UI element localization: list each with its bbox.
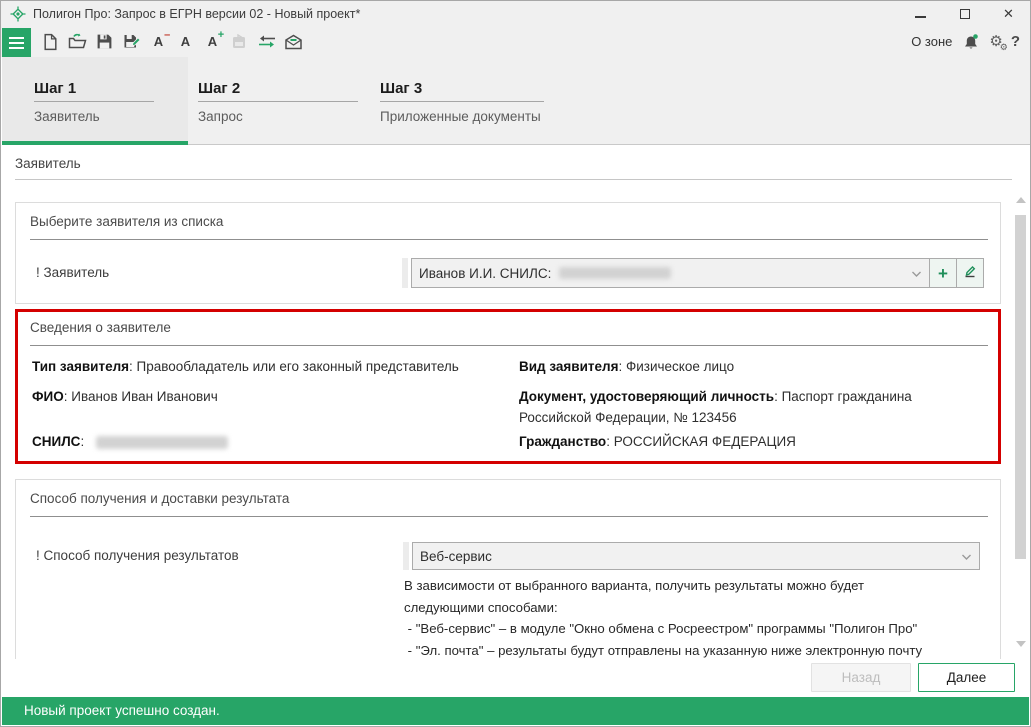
plus-icon: + <box>938 265 948 282</box>
exchange-arrows-icon[interactable] <box>256 31 277 52</box>
group-title: Сведения о заявителе <box>30 320 171 335</box>
required-indicator <box>402 258 408 288</box>
field-citizenship: Гражданство: РОССИЙСКАЯ ФЕДЕРАЦИЯ <box>519 431 796 452</box>
save-icon[interactable] <box>94 31 115 52</box>
tab-step-3-documents[interactable]: Шаг 3 Приложенные документы <box>370 57 610 145</box>
letter-a-icon[interactable]: A <box>175 31 196 52</box>
toolbar-icons: A– A A+ <box>40 27 304 56</box>
next-button[interactable]: Далее <box>918 663 1015 692</box>
field-applicant-kind: Вид заявителя: Физическое лицо <box>519 356 734 377</box>
zone-link[interactable]: О зоне <box>911 34 952 49</box>
delivery-combo-cluster: Веб-сервис <box>403 542 980 570</box>
toolbar: A– A A+ О зоне ⚙⚙ <box>1 27 1030 57</box>
applicant-field-label: ! Заявитель <box>36 265 109 280</box>
step-tabs: Шаг 1 Заявитель Шаг 2 Запрос Шаг 3 Прило… <box>2 57 1031 145</box>
applicant-combo-cluster: Иванов И.И. СНИЛС: + <box>402 258 984 288</box>
page-title: Заявитель <box>15 156 81 171</box>
close-button[interactable]: ✕ <box>1002 7 1015 21</box>
field-snils: СНИЛС: <box>32 431 228 452</box>
scroll-down-icon[interactable] <box>1016 641 1026 647</box>
edit-applicant-button[interactable] <box>957 258 984 288</box>
group-delivery-method: Способ получения и доставки результата !… <box>15 479 1001 659</box>
scrollbar-thumb[interactable] <box>1015 215 1026 559</box>
field-identity-document: Документ, удостоверяющий личность: Паспо… <box>519 386 987 428</box>
maximize-icon <box>960 9 970 19</box>
field-applicant-type: Тип заявителя: Правообладатель или его з… <box>32 356 459 377</box>
vertical-scrollbar[interactable] <box>1012 145 1029 659</box>
export-xml-icon-disabled <box>229 31 250 52</box>
save-edit-icon[interactable] <box>121 31 142 52</box>
add-applicant-button[interactable]: + <box>930 258 957 288</box>
group-applicant-info: Сведения о заявителе Тип заявителя: Прав… <box>15 309 1001 464</box>
required-indicator <box>403 542 409 570</box>
status-bar: Новый проект успешно создан. <box>2 697 1029 725</box>
app-logo-icon <box>10 6 26 22</box>
help-button[interactable]: ? <box>1011 33 1020 50</box>
open-folder-icon[interactable] <box>67 31 88 52</box>
letter-a-plus-icon[interactable]: A+ <box>202 31 223 52</box>
chevron-down-icon <box>961 549 972 564</box>
back-button: Назад <box>811 663 911 692</box>
letter-a-minus-icon[interactable]: A– <box>148 31 169 52</box>
chevron-down-icon <box>911 266 922 281</box>
group-select-applicant: Выберите заявителя из списка ! Заявитель… <box>15 202 1001 304</box>
window-controls: ✕ <box>914 1 1015 27</box>
settings-gear-icon[interactable]: ⚙⚙ <box>989 34 1002 49</box>
field-full-name: ФИО: Иванов Иван Иванович <box>32 386 218 407</box>
redacted-snils-value <box>96 436 228 449</box>
title-bar: Полигон Про: Запрос в ЕГРН версии 02 - Н… <box>1 1 1030 27</box>
redacted-snils-value <box>559 267 671 279</box>
delivery-method-select[interactable]: Веб-сервис <box>412 542 980 570</box>
main-content: Заявитель Выберите заявителя из списка !… <box>2 145 1031 659</box>
notification-bell-icon[interactable] <box>960 31 981 52</box>
group-title: Способ получения и доставки результата <box>30 491 289 506</box>
page-title-rule <box>15 179 1014 180</box>
applicant-select[interactable]: Иванов И.И. СНИЛС: <box>411 258 930 288</box>
scroll-up-icon[interactable] <box>1016 197 1026 203</box>
pencil-icon <box>963 264 977 283</box>
new-document-icon[interactable] <box>40 31 61 52</box>
app-window: Полигон Про: Запрос в ЕГРН версии 02 - Н… <box>0 0 1031 727</box>
window-title: Полигон Про: Запрос в ЕГРН версии 02 - Н… <box>33 7 360 21</box>
tab-step-2-request[interactable]: Шаг 2 Запрос <box>188 57 370 145</box>
hamburger-icon <box>9 37 24 39</box>
envelope-icon[interactable] <box>283 31 304 52</box>
toolbar-right: О зоне ⚙⚙ ? <box>911 27 1020 56</box>
group-title: Выберите заявителя из списка <box>30 214 223 229</box>
delivery-field-label: ! Способ получения результатов <box>36 548 239 563</box>
minimize-button[interactable] <box>914 7 927 21</box>
maximize-button[interactable] <box>958 7 971 21</box>
minimize-icon <box>915 16 926 18</box>
tab-step-1-applicant[interactable]: Шаг 1 Заявитель <box>2 57 188 145</box>
delivery-help-text: В зависимости от выбранного варианта, по… <box>404 575 1014 659</box>
menu-button[interactable] <box>2 28 31 57</box>
